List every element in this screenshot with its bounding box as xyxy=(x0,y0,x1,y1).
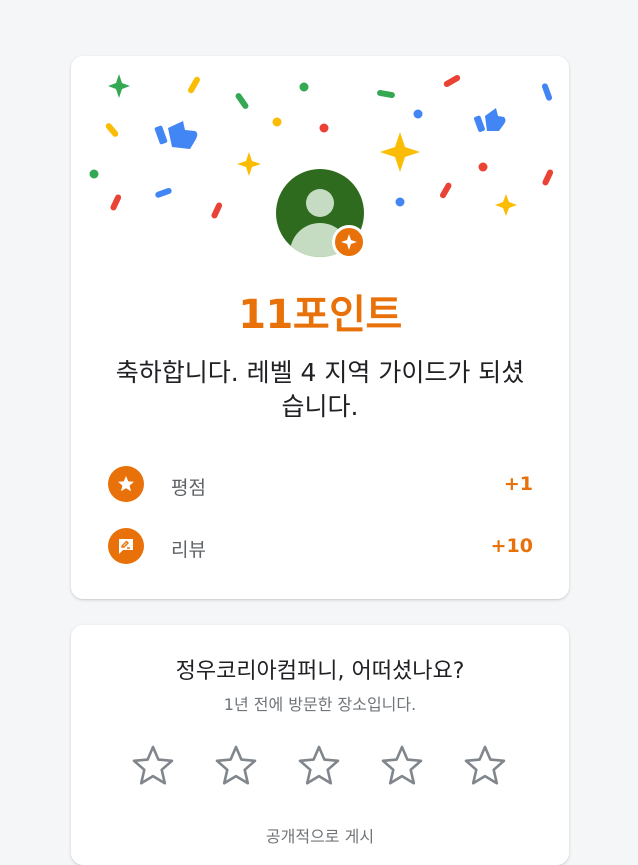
sparkle-icon xyxy=(380,132,420,172)
points-title: 11포인트 xyxy=(238,292,402,338)
sparkle-icon xyxy=(237,152,261,176)
visit-subtitle: 1년 전에 방문한 장소입니다. xyxy=(223,695,417,714)
points-card: 11포인트 축하합니다. 레벨 4 지역 가이드가 되셨습니다. 평점 +1 리… xyxy=(71,56,569,599)
star-5-button[interactable] xyxy=(461,743,509,791)
star-2-button[interactable] xyxy=(212,743,260,791)
thumbs-up-icon xyxy=(154,121,198,149)
sparkle-icon xyxy=(495,194,517,216)
points-row-label: 평점 xyxy=(171,477,206,499)
rating-question: 정우코리아컴퍼니, 어떠셨나요? xyxy=(175,659,465,684)
points-row-review: 리뷰 +10 xyxy=(107,526,533,566)
thumbs-up-icon xyxy=(474,108,506,132)
post-publicly-label: 공개적으로 게시 xyxy=(265,827,375,846)
congrats-message: 축하합니다. 레벨 4 지역 가이드가 되셨습니다. xyxy=(115,358,525,421)
review-icon xyxy=(108,528,144,564)
points-row-rating: 평점 +1 xyxy=(107,464,533,504)
local-guide-badge-icon xyxy=(332,225,366,259)
rating-card: 정우코리아컴퍼니, 어떠셨나요? 1년 전에 방문한 장소입니다. 공개적으로 … xyxy=(71,625,569,865)
star-1-button[interactable] xyxy=(129,743,177,791)
points-row-value: +1 xyxy=(503,473,533,495)
sparkle-icon xyxy=(108,74,130,98)
points-row-label: 리뷰 xyxy=(171,539,206,561)
star-icon xyxy=(108,466,144,502)
star-3-button[interactable] xyxy=(295,743,343,791)
star-rating xyxy=(129,743,519,793)
points-row-value: +10 xyxy=(490,535,533,557)
star-4-button[interactable] xyxy=(378,743,426,791)
